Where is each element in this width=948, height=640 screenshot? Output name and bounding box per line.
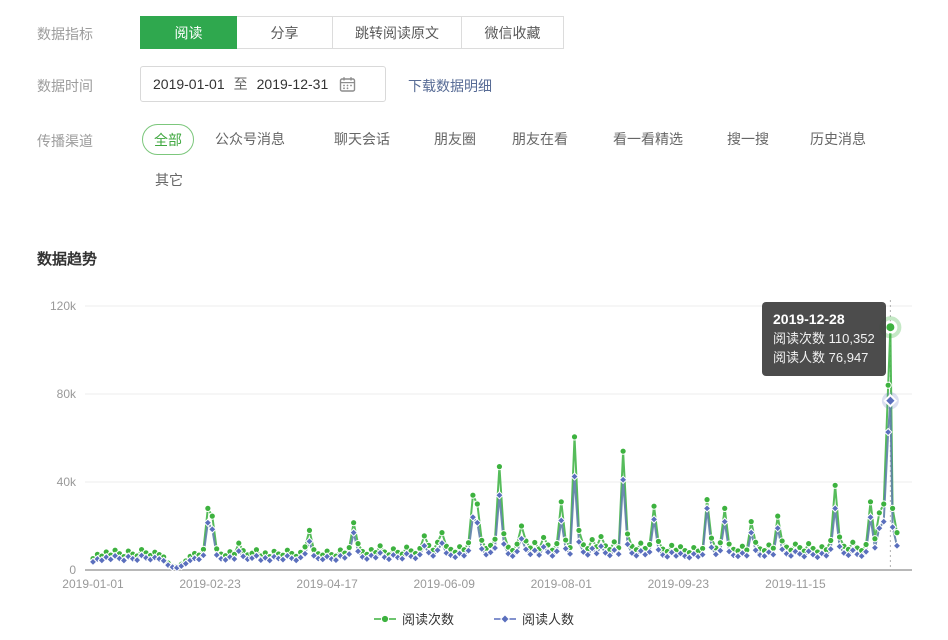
trend-section-title: 数据趋势 [37,248,97,269]
channel-filter-group: 全部 公众号消息 聊天会话 朋友圈 朋友在看 看一看精选 搜一搜 历史消息 其它 [0,118,948,202]
legend-circle-icon [374,614,396,624]
x-tick-label: 2019-08-01 [531,577,593,591]
channel-moments[interactable]: 朋友圈 [434,129,476,149]
date-end-value: 2019-12-31 [257,76,329,92]
channel-all[interactable]: 全部 [142,124,194,155]
x-tick-label: 2019-09-23 [648,577,710,591]
channel-other[interactable]: 其它 [155,170,183,190]
tab-wechat-favorite[interactable]: 微信收藏 [461,16,564,49]
legend-diamond-icon [494,614,516,624]
channel-friends-reading[interactable]: 朋友在看 [512,129,568,149]
x-tick-label: 2019-06-09 [414,577,476,591]
metric-tab-group: 阅读 分享 跳转阅读原文 微信收藏 [140,16,564,49]
y-tick-label: 80k [57,387,77,401]
x-tick-label: 2019-11-15 [765,577,826,591]
channel-chat[interactable]: 聊天会话 [334,129,390,149]
chart-legend: 阅读次数 阅读人数 [0,609,948,628]
highlight-point-reads [885,322,895,332]
x-tick-label: 2019-02-23 [179,577,241,591]
date-start-value: 2019-01-01 [153,76,225,92]
legend-item-reads[interactable]: 阅读次数 [374,609,454,628]
tab-share[interactable]: 分享 [236,16,333,49]
metric-row-label: 数据指标 [37,24,93,44]
channel-history[interactable]: 历史消息 [810,129,866,149]
legend-item-readers[interactable]: 阅读人数 [494,609,574,628]
x-tick-label: 2019-04-17 [296,577,358,591]
tab-jump-original[interactable]: 跳转阅读原文 [332,16,462,49]
trend-chart-svg[interactable]: 0 40k 80k 120k 2019-01-01 2019-02-23 2019-04-1… [0,280,948,610]
calendar-icon[interactable] [339,76,356,93]
channel-official-account[interactable]: 公众号消息 [215,129,285,149]
x-tick-label: 2019-01-01 [62,577,124,591]
channel-search[interactable]: 搜一搜 [727,129,769,149]
download-data-link[interactable]: 下载数据明细 [408,76,492,96]
trend-chart[interactable]: 0 40k 80k 120k 2019-01-01 2019-02-23 2019-04-1… [0,280,948,610]
date-range-picker[interactable]: 2019-01-01 至 2019-12-31 [140,66,386,102]
tab-read[interactable]: 阅读 [140,16,237,49]
y-tick-label: 120k [50,299,77,313]
time-row-label: 数据时间 [37,76,93,96]
y-tick-label: 0 [69,563,76,577]
channel-top-stories[interactable]: 看一看精选 [613,129,683,149]
date-separator: 至 [234,74,248,94]
y-tick-label: 40k [57,475,77,489]
